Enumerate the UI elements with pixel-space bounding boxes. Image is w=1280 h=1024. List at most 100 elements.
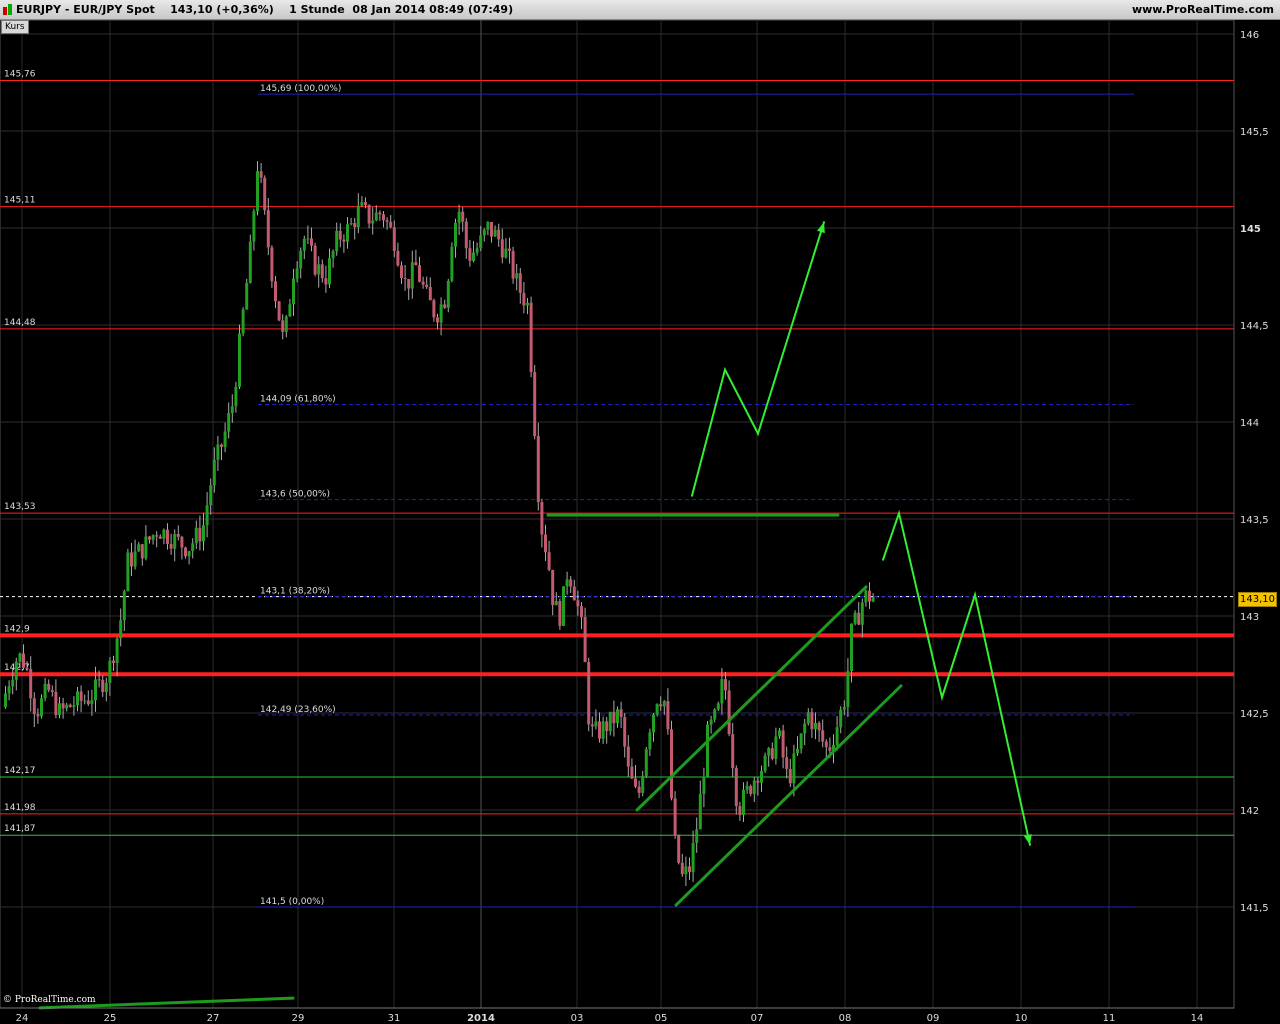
- candle-body: [360, 202, 364, 206]
- candle-body: [310, 238, 313, 246]
- fibonacci-label: 141,5 (0,00%): [260, 897, 324, 907]
- y-tick-label: 145: [1240, 224, 1261, 235]
- candle-body: [853, 612, 857, 624]
- candle-body: [173, 534, 177, 549]
- candle-body: [497, 229, 501, 240]
- fibonacci-label: 142,49 (23,60%): [260, 705, 336, 715]
- candle-body: [828, 747, 832, 751]
- fibonacci-label: 145,69 (100,00%): [260, 84, 341, 94]
- candle-body: [835, 727, 839, 745]
- candle-body: [644, 749, 648, 776]
- candle-body: [371, 220, 375, 224]
- candle-body: [245, 283, 249, 310]
- candle-body: [637, 786, 641, 793]
- candle-body: [709, 719, 713, 725]
- candle-body: [392, 227, 396, 251]
- candle-body: [425, 284, 429, 288]
- candle-body: [785, 757, 789, 769]
- candle-body: [353, 223, 357, 228]
- candle-body: [50, 690, 54, 692]
- candle-body: [788, 768, 792, 784]
- candle-body: [695, 829, 699, 843]
- x-tick-label: 05: [655, 1013, 668, 1024]
- candle-body: [209, 485, 213, 506]
- x-tick-label: 2014: [467, 1013, 495, 1024]
- candle-body: [97, 679, 101, 681]
- candle-body: [346, 224, 349, 242]
- candle-body: [259, 171, 263, 178]
- candle-body: [576, 600, 580, 607]
- kurs-tab[interactable]: Kurs: [1, 20, 29, 34]
- candle-body: [83, 700, 87, 702]
- y-tick-label: 146: [1240, 30, 1259, 41]
- candle-body: [742, 789, 745, 815]
- candle-body: [515, 273, 519, 279]
- candle-body: [799, 733, 803, 749]
- candle-body: [389, 221, 393, 228]
- candle-body: [439, 304, 443, 323]
- candle-body: [612, 711, 616, 724]
- candle-body: [72, 705, 76, 707]
- candle-body: [774, 736, 778, 759]
- candle-body: [562, 586, 565, 626]
- candle-body: [14, 661, 18, 680]
- candle-body: [418, 265, 421, 282]
- candle-body: [569, 579, 573, 587]
- candle-body: [760, 771, 763, 783]
- candle-body: [187, 551, 191, 557]
- candle-body: [61, 703, 65, 709]
- candle-body: [130, 552, 133, 567]
- candle-body: [461, 211, 465, 222]
- candle-body: [400, 265, 403, 279]
- y-tick-label: 145,5: [1240, 127, 1269, 138]
- candle-body: [670, 729, 673, 799]
- candle-body: [857, 612, 861, 625]
- candle-body: [274, 281, 277, 302]
- candle-body: [601, 721, 605, 739]
- candle-body: [821, 730, 825, 742]
- candle-body: [292, 278, 295, 305]
- candle-body: [652, 714, 655, 733]
- x-tick-label: 08: [839, 1013, 852, 1024]
- candle-body: [479, 235, 483, 249]
- x-tick-label: 27: [207, 1013, 220, 1024]
- candle-body: [475, 248, 479, 253]
- prorealtime-logo-icon: [3, 4, 12, 15]
- candle-body: [839, 709, 843, 728]
- candle-body: [871, 596, 875, 602]
- y-tick-label: 143: [1240, 612, 1259, 623]
- candle-body: [277, 301, 281, 321]
- candle-body: [11, 679, 15, 687]
- candle-body: [508, 248, 511, 251]
- candle-body: [547, 552, 551, 570]
- candle-body: [184, 547, 187, 557]
- candle-body: [630, 766, 634, 779]
- candle-body: [526, 302, 529, 306]
- candle-body: [65, 704, 69, 709]
- chart-title: EURJPY - EUR/JPY Spot 143,10 (+0,36%) 1 …: [16, 3, 514, 16]
- candle-body: [270, 247, 274, 282]
- candle-body: [436, 317, 439, 323]
- price-chart[interactable]: 145,76145,11144,48143,53142,9142,7142,17…: [0, 20, 1280, 1024]
- last-price-badge: 143,10: [1238, 592, 1277, 607]
- candle-body: [169, 544, 173, 549]
- candle-body: [302, 238, 306, 251]
- candle-body: [108, 660, 112, 683]
- candle-body: [137, 544, 141, 552]
- candle-body: [749, 786, 753, 794]
- x-tick-label: 09: [927, 1013, 940, 1024]
- candle-body: [133, 551, 137, 567]
- candle-body: [364, 202, 367, 205]
- site-link[interactable]: www.ProRealTime.com: [1132, 3, 1274, 16]
- candle-body: [533, 372, 537, 437]
- candle-body: [68, 704, 72, 707]
- candle-body: [367, 204, 371, 224]
- candle-body: [43, 683, 47, 699]
- candle-body: [583, 617, 587, 663]
- candle-body: [814, 722, 817, 730]
- candle-body: [846, 671, 850, 708]
- candle-body: [659, 704, 663, 707]
- candle-body: [32, 698, 36, 715]
- candle-body: [432, 300, 436, 318]
- candle-body: [529, 302, 533, 373]
